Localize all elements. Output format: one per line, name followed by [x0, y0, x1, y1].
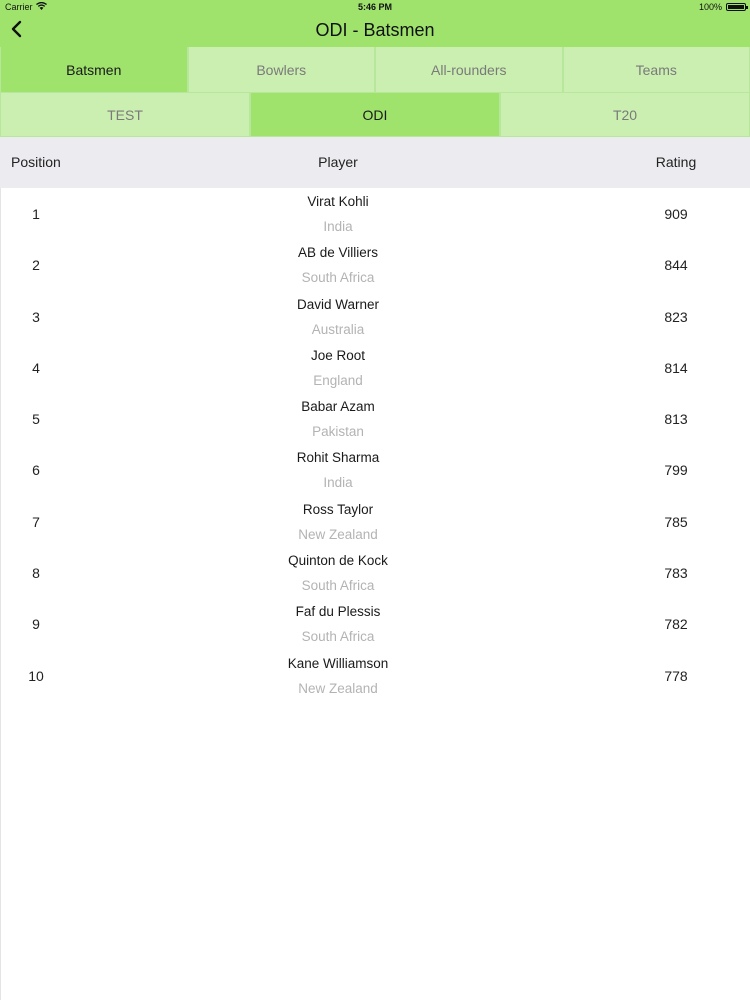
header-position: Position — [11, 154, 61, 170]
position-cell: 4 — [32, 359, 40, 376]
player-name: Ross Taylor — [302, 501, 374, 517]
player-country: South Africa — [301, 578, 375, 594]
tab-t20[interactable]: T20 — [500, 93, 750, 137]
rating-cell: 814 — [664, 359, 688, 376]
format-tab-bar: TEST ODI T20 — [0, 93, 750, 137]
table-row[interactable]: 8 Quinton de Kock South Africa 783 — [0, 547, 750, 598]
rating-cell: 778 — [664, 667, 688, 684]
table-row[interactable]: 6 Rohit Sharma India 799 — [0, 444, 750, 495]
rating-cell: 799 — [664, 462, 688, 479]
player-name: Babar Azam — [301, 399, 375, 415]
battery-icon — [726, 3, 748, 11]
battery-level-fill — [728, 5, 744, 9]
position-cell: 8 — [32, 565, 40, 582]
tab-all-rounders[interactable]: All-rounders — [375, 47, 563, 93]
player-country: New Zealand — [298, 680, 378, 696]
navigation-bar: Carrier 5:46 PM 100% ODI - Batsmen — [0, 0, 750, 47]
player-country: India — [323, 219, 353, 234]
position-cell: 3 — [32, 308, 40, 325]
table-row[interactable]: 4 Joe Root England 814 — [0, 342, 750, 393]
page-title: ODI - Batsmen — [315, 20, 435, 40]
tab-odi[interactable]: ODI — [250, 93, 500, 137]
position-cell: 2 — [32, 257, 40, 274]
player-country: South Africa — [301, 270, 375, 286]
position-cell: 5 — [32, 411, 40, 428]
position-cell: 6 — [32, 462, 40, 479]
position-cell: 9 — [32, 616, 40, 633]
header-rating: Rating — [655, 154, 697, 170]
player-name: Faf du Plessis — [295, 604, 381, 620]
player-country: New Zealand — [298, 526, 378, 542]
player-name: Quinton de Kock — [288, 553, 388, 569]
player-name: Virat Kohli — [307, 194, 369, 209]
player-name: AB de Villiers — [297, 245, 379, 261]
battery-info: 100% — [698, 2, 748, 12]
tab-bowlers[interactable]: Bowlers — [187, 47, 375, 93]
status-time: 5:46 PM — [357, 2, 392, 12]
position-cell: 7 — [32, 513, 40, 530]
table-row[interactable]: 1 Virat Kohli India 909 — [0, 188, 750, 239]
table-row[interactable]: 3 David Warner Australia 823 — [0, 291, 750, 342]
tab-test[interactable]: TEST — [0, 93, 250, 137]
table-header: Position Player Rating — [0, 137, 750, 188]
player-name: Rohit Sharma — [296, 450, 380, 466]
tab-teams[interactable]: Teams — [562, 47, 750, 93]
status-bar: Carrier 5:46 PM 100% — [0, 0, 750, 14]
rating-cell: 785 — [664, 513, 688, 530]
player-country: England — [313, 372, 363, 388]
position-cell: 1 — [32, 206, 40, 222]
rating-cell: 813 — [664, 411, 688, 428]
header-player: Player — [318, 154, 358, 170]
rating-cell: 782 — [664, 616, 688, 633]
player-name: Kane Williamson — [287, 655, 389, 671]
rating-cell: 844 — [664, 257, 688, 274]
player-country: Australia — [311, 321, 365, 337]
rankings-list: 1 Virat Kohli India 909 2 AB de Villiers South… — [0, 188, 750, 701]
category-tab-bar: Batsmen Bowlers All-rounders Teams — [0, 47, 750, 93]
divider — [0, 188, 1, 1000]
player-name: David Warner — [296, 296, 380, 312]
table-row[interactable]: 10 Kane Williamson New Zealand 778 — [0, 650, 750, 701]
player-name: Joe Root — [310, 347, 366, 363]
position-cell: 10 — [28, 667, 44, 684]
player-country: South Africa — [301, 629, 375, 645]
table-row[interactable]: 2 AB de Villiers South Africa 844 — [0, 239, 750, 290]
player-country: Pakistan — [312, 424, 364, 440]
rating-cell: 783 — [664, 565, 688, 582]
tab-batsmen[interactable]: Batsmen — [0, 47, 188, 93]
rating-cell: 909 — [664, 206, 688, 222]
table-row[interactable]: 7 Ross Taylor New Zealand 785 — [0, 496, 750, 547]
player-country: India — [323, 475, 353, 491]
battery-percent: 100% — [698, 2, 722, 12]
rating-cell: 823 — [664, 308, 688, 325]
table-row[interactable]: 9 Faf du Plessis South Africa 782 — [0, 598, 750, 649]
table-row[interactable]: 5 Babar Azam Pakistan 813 — [0, 393, 750, 444]
